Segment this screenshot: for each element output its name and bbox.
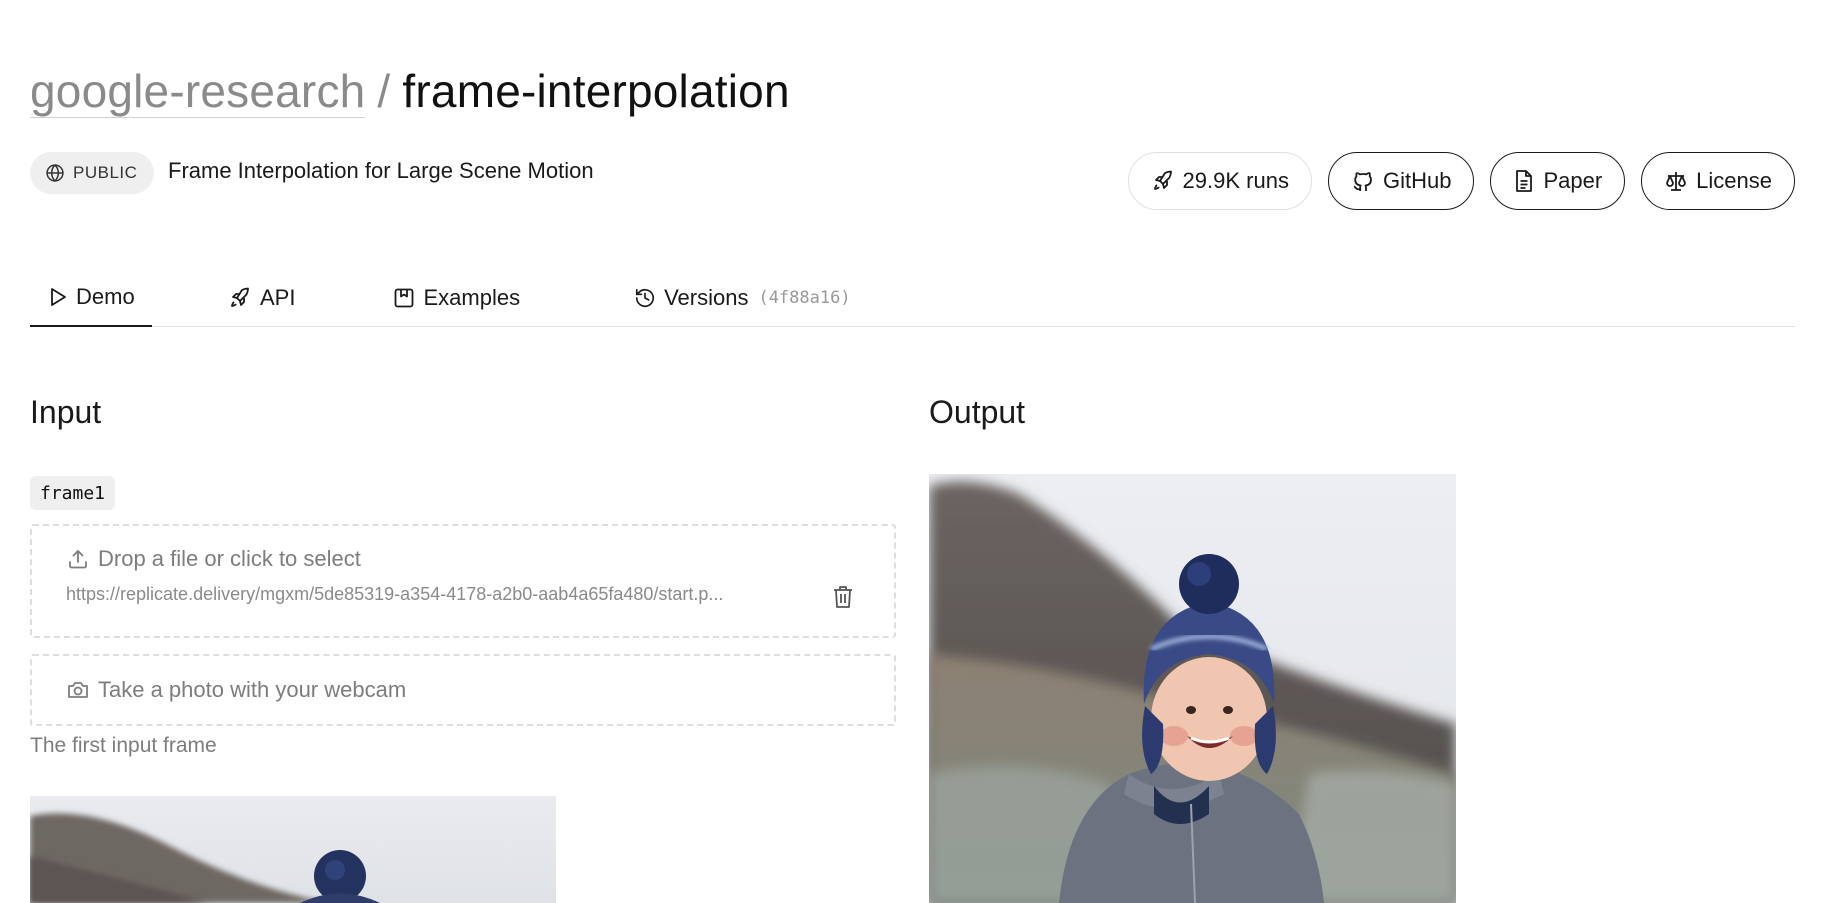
tab-api[interactable]: API [210,268,313,327]
tab-versions[interactable]: Versions (4f88a16) [616,268,869,327]
license-label: License [1696,168,1772,193]
document-icon [1513,169,1535,193]
runs-label: 29.9K runs [1182,168,1289,193]
page: google-research / frame-interpolation PUBL… [0,0,1821,903]
globe-icon [45,163,65,183]
paper-button[interactable]: Paper [1490,152,1626,210]
input-heading: Input [30,394,102,430]
action-buttons: 29.9K runs GitHub Paper License [1127,152,1795,210]
tab-bar: Demo API Examples Versions (4f88a16) [30,268,1795,327]
trash-icon[interactable] [832,584,854,610]
paper-label: Paper [1543,168,1603,193]
visibility-label: PUBLIC [73,163,138,182]
field-name-frame1: frame1 [30,476,116,510]
webcam-label: Take a photo with your webcam [98,677,407,702]
page-title: google-research / frame-interpolation [30,62,790,120]
file-dropzone[interactable]: Drop a file or click to select https://r… [30,524,896,638]
model-description: Frame Interpolation for Large Scene Moti… [168,158,594,183]
visibility-badge: PUBLIC [30,152,155,194]
output-image [929,474,1456,903]
webcam-capture-button[interactable]: Take a photo with your webcam [30,654,896,726]
owner-link[interactable]: google-research [30,65,366,118]
tab-versions-label: Versions [664,284,749,310]
camera-icon [66,678,90,702]
tab-examples[interactable]: Examples [375,268,538,327]
repo-name: frame-interpolation [402,65,790,117]
license-button[interactable]: License [1641,152,1795,210]
version-hash: (4f88a16) [758,287,851,308]
field-help-text: The first input frame [30,734,217,757]
tab-api-label: API [260,284,296,310]
input-image-preview [30,796,556,903]
rocket-icon [1151,169,1175,193]
dropzone-prompt: Drop a file or click to select [66,546,361,572]
output-heading: Output [929,394,1026,430]
selected-file-url: https://replicate.delivery/mgxm/5de85319… [66,584,724,604]
dropzone-label: Drop a file or click to select [98,546,361,571]
scale-icon [1664,169,1688,193]
tab-demo[interactable]: Demo [30,268,152,327]
title-separator: / [377,65,391,117]
history-icon [634,287,656,309]
github-icon [1351,169,1375,193]
play-icon [48,286,68,308]
github-button[interactable]: GitHub [1327,152,1475,210]
runs-count: 29.9K runs [1127,152,1312,210]
github-label: GitHub [1382,168,1452,193]
upload-icon [66,547,90,571]
bookmark-icon [393,287,415,309]
rocket-icon [228,286,252,310]
tab-demo-label: Demo [76,283,135,309]
tab-examples-label: Examples [423,284,521,310]
